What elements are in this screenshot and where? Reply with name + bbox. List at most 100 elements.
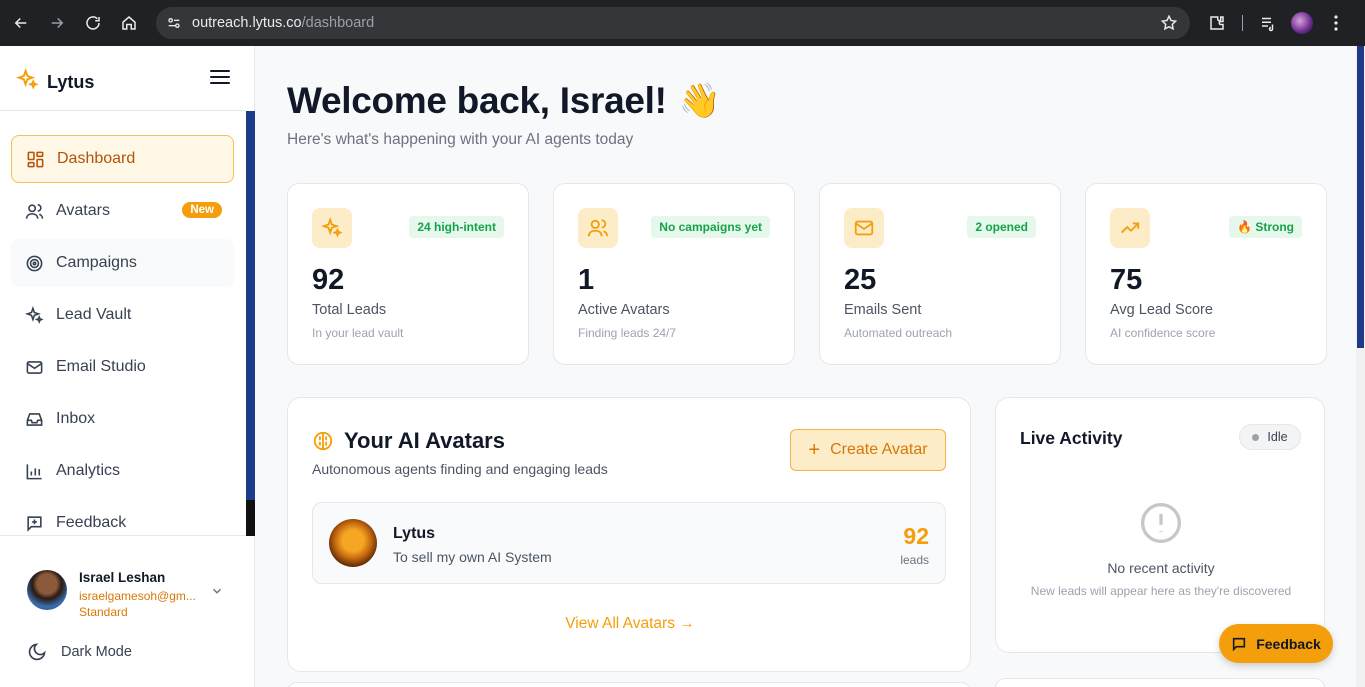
status-badge: 2 opened [967, 216, 1036, 238]
avatar-lead-count-label: leads [900, 553, 929, 567]
section-subtitle: Autonomous agents finding and engaging l… [312, 461, 608, 477]
extensions-icon[interactable] [1200, 6, 1234, 40]
stat-subtext: Finding leads 24/7 [578, 326, 677, 340]
page-scrollbar[interactable] [1356, 46, 1365, 687]
view-all-avatars-link[interactable]: View All Avatars → [288, 615, 972, 633]
next-card [287, 682, 971, 687]
site-settings-icon[interactable] [158, 7, 190, 39]
menu-toggle-icon[interactable] [210, 70, 230, 86]
user-plan: Standard [79, 605, 128, 619]
sparkles-icon [24, 305, 44, 325]
sidebar-nav: Dashboard Avatars New Campaigns Lead Vau… [11, 135, 234, 551]
stat-card-avg-lead-score[interactable]: 🔥 Strong 75 Avg Lead Score AI confidence… [1085, 183, 1327, 365]
sidebar-item-lead-vault[interactable]: Lead Vault [11, 291, 234, 339]
stat-subtext: In your lead vault [312, 326, 404, 340]
avatar-description: To sell my own AI System [393, 549, 552, 565]
target-icon [24, 253, 44, 273]
stat-value: 92 [312, 264, 345, 296]
avatar-name: Lytus [393, 525, 436, 542]
brand-logo[interactable]: Lytus [15, 67, 95, 96]
main-content: Welcome back, Israel! 👋 Here's what's ha… [255, 46, 1356, 687]
user-profile[interactable]: Israel Leshan israelgamesoh@gm... Standa… [27, 570, 196, 619]
sidebar-item-label: Dashboard [57, 150, 136, 167]
plus-icon: + [808, 438, 821, 461]
moon-icon [28, 643, 46, 661]
brand-name: Lytus [47, 71, 95, 92]
users-icon [578, 208, 618, 248]
mail-icon [24, 357, 44, 377]
stat-value: 25 [844, 264, 877, 296]
status-badge: No campaigns yet [651, 216, 770, 238]
sidebar-item-label: Avatars [56, 202, 110, 219]
back-icon[interactable] [3, 5, 39, 41]
sparkles-logo-icon [15, 67, 39, 96]
stat-label: Active Avatars [578, 302, 670, 318]
brain-icon [313, 431, 333, 451]
sidebar: Lytus Dashboard Avatars New Campaigns Le… [0, 46, 255, 687]
message-icon [1233, 637, 1246, 651]
avatar [27, 570, 67, 610]
dark-mode-toggle[interactable]: Dark Mode [27, 642, 132, 662]
chevron-down-icon[interactable] [210, 584, 224, 603]
sidebar-item-campaigns[interactable]: Campaigns [11, 239, 234, 287]
stat-card-emails-sent[interactable]: 2 opened 25 Emails Sent Automated outrea… [819, 183, 1061, 365]
scrollbar-thumb[interactable] [1357, 46, 1364, 348]
stat-subtext: Automated outreach [844, 326, 953, 340]
users-icon [24, 201, 44, 221]
status-dot-icon [1252, 433, 1260, 441]
inbox-icon [24, 409, 44, 429]
sidebar-item-label: Lead Vault [56, 306, 132, 323]
stat-value: 1 [578, 264, 595, 296]
url-text: outreach.lytus.co/dashboard [192, 15, 375, 31]
message-plus-icon [24, 513, 44, 533]
address-bar[interactable]: outreach.lytus.co/dashboard [156, 7, 1190, 39]
page-subtitle: Here's what's happening with your AI age… [287, 131, 634, 148]
sidebar-item-feedback[interactable]: Feedback [11, 499, 234, 547]
new-badge: New [182, 202, 222, 218]
home-icon[interactable] [111, 5, 147, 41]
avatar [329, 519, 377, 567]
feedback-button[interactable]: Feedback [1219, 624, 1333, 663]
sidebar-item-email-studio[interactable]: Email Studio [11, 343, 234, 391]
sidebar-item-label: Analytics [56, 462, 121, 479]
section-title: Live Activity [1020, 428, 1123, 448]
stat-label: Avg Lead Score [1110, 302, 1213, 318]
sidebar-item-label: Inbox [56, 410, 96, 427]
dashboard-icon [25, 149, 45, 169]
stat-card-total-leads[interactable]: 24 high-intent 92 Total Leads In your le… [287, 183, 529, 365]
chrome-menu-icon[interactable] [1319, 6, 1353, 40]
sidebar-item-label: Email Studio [56, 358, 146, 375]
sidebar-item-label: Feedback [56, 514, 127, 531]
avatar-list-item[interactable]: Lytus To sell my own AI System 92 leads [312, 502, 946, 584]
stat-label: Emails Sent [844, 302, 922, 318]
sidebar-item-dashboard[interactable]: Dashboard [11, 135, 234, 183]
forward-icon[interactable] [39, 5, 75, 41]
bookmark-star-icon[interactable] [1160, 14, 1178, 37]
bar-chart-icon [24, 461, 44, 481]
trending-up-icon [1110, 208, 1150, 248]
alert-circle-icon [1139, 501, 1183, 550]
user-name: Israel Leshan [79, 570, 166, 585]
waving-hand-emoji: 👋 [678, 82, 721, 120]
live-activity-card: Live Activity Idle No recent activity Ne… [995, 397, 1325, 653]
browser-toolbar: outreach.lytus.co/dashboard [0, 0, 1365, 46]
media-controls-icon[interactable] [1251, 6, 1285, 40]
mail-icon [844, 208, 884, 248]
sidebar-item-avatars[interactable]: Avatars New [11, 187, 234, 235]
stat-card-active-avatars[interactable]: No campaigns yet 1 Active Avatars Findin… [553, 183, 795, 365]
stat-label: Total Leads [312, 302, 387, 318]
page-title: Welcome back, Israel! 👋 [287, 80, 721, 121]
reload-icon[interactable] [75, 5, 111, 41]
status-badge: 🔥 Strong [1229, 216, 1302, 238]
create-avatar-button[interactable]: + Create Avatar [790, 429, 946, 471]
sparkles-icon [312, 208, 352, 248]
stats-row: 24 high-intent 92 Total Leads In your le… [287, 183, 1327, 365]
avatar-lead-count: 92 [903, 523, 929, 549]
sidebar-item-inbox[interactable]: Inbox [11, 395, 234, 443]
next-card [995, 678, 1325, 687]
sidebar-item-label: Campaigns [56, 254, 137, 271]
sidebar-item-analytics[interactable]: Analytics [11, 447, 234, 495]
profile-avatar[interactable] [1285, 6, 1319, 40]
section-title: Your AI Avatars [312, 428, 505, 454]
stat-value: 75 [1110, 264, 1143, 296]
